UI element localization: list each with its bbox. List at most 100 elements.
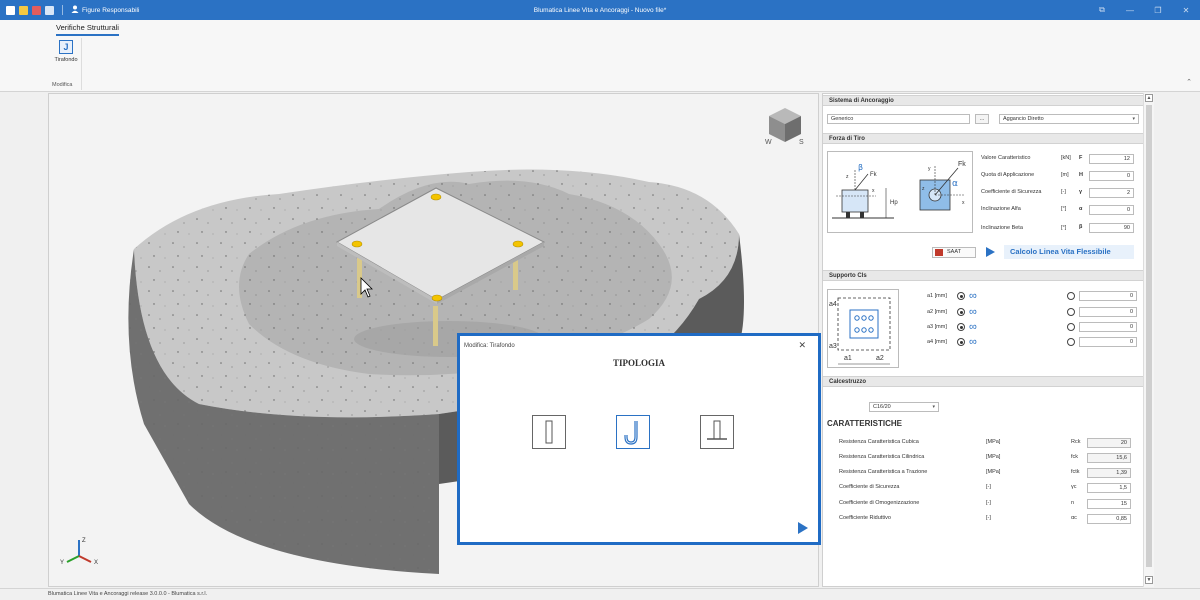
fig-a4: a4 (829, 301, 837, 308)
minimize-icon[interactable]: — (1116, 0, 1144, 20)
dialog-header: Modifica: Tirafondo (464, 343, 515, 349)
quota-applicazione-label: Quota di Applicazione (981, 172, 1035, 178)
j-bolt-icon[interactable] (616, 415, 650, 449)
fig-fk-right: Fk (958, 161, 966, 168)
valore-caratteristico-input[interactable]: 12 (1089, 154, 1134, 164)
open-folder-icon[interactable] (19, 5, 28, 15)
inclinazione-beta-input[interactable]: 90 (1089, 223, 1134, 233)
quota-applicazione-unit: [m] (1061, 172, 1069, 178)
aggancio-dropdown[interactable]: Aggancio Diretto ▾ (999, 114, 1139, 124)
rck-label: Resistenza Caratteristica Cubica (839, 439, 919, 445)
user-icon (71, 5, 79, 15)
ribbon: Verifiche Strutturali J Tirafondo Modifi… (0, 20, 1200, 92)
fctk-symbol: fctk (1071, 469, 1080, 475)
close-icon[interactable]: ✕ (1172, 0, 1200, 20)
save-icon[interactable] (32, 5, 41, 15)
panel-scrollbar[interactable]: ▲ ▼ (1143, 93, 1154, 587)
saat-button[interactable]: SAAT (932, 247, 976, 258)
print-icon[interactable] (45, 5, 54, 15)
straight-bolt-icon[interactable] (532, 415, 566, 449)
properties-panel: Sistema di Ancoraggio Generico ... Aggan… (822, 93, 1154, 587)
inclinazione-beta-label: Inclinazione Beta (981, 225, 1023, 231)
plate-bolt-icon[interactable] (700, 415, 734, 449)
tirafondo-button[interactable]: J Tirafondo (50, 38, 82, 63)
classe-cls-dropdown[interactable]: C16/20 ▾ (869, 402, 939, 412)
alpha-c-input[interactable]: 0,85 (1087, 514, 1131, 524)
gamma-c-unit: [-] (986, 484, 991, 490)
a2-infinity-icon: ∞ (969, 306, 977, 318)
a1-infinity-icon: ∞ (969, 290, 977, 302)
quick-access-toolbar: Figure Responsabili (0, 5, 139, 15)
tirafondo-dialog: Modifica: Tirafondo ✕ TIPOLOGIA (457, 333, 821, 545)
user-label: Figure Responsabili (82, 6, 140, 14)
fig-a2: a2 (876, 355, 884, 362)
coeff-sicurezza-unit: [-] (1061, 189, 1066, 195)
fig-a3: a3 (829, 343, 837, 350)
a4-infinity-icon: ∞ (969, 336, 977, 348)
coeff-sicurezza-label: Coefficiente di Sicurezza (981, 189, 1042, 195)
n-label: Coefficiente di Omogenizzazione (839, 500, 920, 506)
calc-play-icon[interactable] (986, 247, 995, 257)
inclinazione-alfa-unit: [°] (1061, 206, 1067, 212)
fctk-label: Resistenza Caratteristica a Trazione (839, 469, 928, 475)
a4-infinite-radio[interactable] (957, 338, 965, 346)
restore-down-icon[interactable]: ⧉ (1088, 0, 1116, 20)
group-label: Modifica (52, 82, 73, 88)
a4-value-radio[interactable] (1067, 338, 1075, 346)
window-title: Blumatica Linee Vita e Ancoraggi - Nuovo… (533, 6, 667, 14)
fig-x-left: x (872, 188, 875, 194)
classe-cls-value: C16/20 (873, 404, 891, 410)
a3-infinite-radio[interactable] (957, 323, 965, 331)
sistema-field[interactable]: Generico (827, 114, 970, 124)
gamma-c-input[interactable]: 1,5 (1087, 483, 1131, 493)
axis-label-z: Z (82, 538, 86, 544)
sistema-browse-button[interactable]: ... (975, 114, 989, 124)
fig-hp: Hp (890, 200, 898, 206)
fctk-value: 1,39 (1087, 468, 1131, 478)
scroll-thumb[interactable] (1146, 105, 1152, 567)
a1-value-radio[interactable] (1067, 292, 1075, 300)
window-controls: ⧉ — ❐ ✕ (1088, 0, 1200, 20)
a1-infinite-radio[interactable] (957, 292, 965, 300)
rck-symbol: Rck (1071, 439, 1081, 445)
inclinazione-alfa-symbol: α (1079, 206, 1083, 212)
fig-y-right: y (928, 166, 931, 172)
fig-a1: a1 (844, 355, 852, 362)
fck-label: Resistenza Caratteristica Cilindrica (839, 454, 925, 460)
fig-beta: β (858, 163, 863, 172)
title-bar: Figure Responsabili Blumatica Linee Vita… (0, 0, 1200, 20)
scroll-down-icon[interactable]: ▼ (1145, 576, 1153, 584)
a2-value-radio[interactable] (1067, 308, 1075, 316)
coeff-sicurezza-input[interactable]: 2 (1089, 188, 1134, 198)
app-icon[interactable] (6, 5, 15, 15)
maximize-icon[interactable]: ❐ (1144, 0, 1172, 20)
saat-label: SAAT (947, 249, 961, 255)
fig-fk-left: Fk (870, 172, 878, 178)
quota-applicazione-input[interactable]: 0 (1089, 171, 1134, 181)
alpha-c-symbol: αc (1071, 515, 1077, 521)
a3-value-radio[interactable] (1067, 323, 1075, 331)
dialog-title: TIPOLOGIA (612, 358, 665, 368)
confirm-play-icon[interactable] (798, 522, 808, 534)
gamma-c-symbol: γc (1071, 484, 1077, 490)
gamma-c-label: Coefficiente di Sicurezza (839, 484, 900, 490)
chevron-down-icon: ▾ (932, 404, 935, 410)
scroll-up-icon[interactable]: ▲ (1145, 94, 1153, 102)
tab-verifiche-strutturali[interactable]: Verifiche Strutturali (56, 23, 119, 36)
close-icon[interactable]: ✕ (798, 340, 806, 351)
a4-input[interactable]: 0 (1079, 337, 1137, 347)
a3-input[interactable]: 0 (1079, 322, 1137, 332)
a1-input[interactable]: 0 (1079, 291, 1137, 301)
a2-infinite-radio[interactable] (957, 308, 965, 316)
supporto-figure: a4 a3 a1 a2 (827, 289, 899, 368)
calcolo-linea-vita-button[interactable]: Calcolo Linea Vita Flessibile (1004, 245, 1134, 259)
coeff-sicurezza-symbol: γ (1079, 189, 1083, 195)
figure-responsabili-button[interactable]: Figure Responsabili (71, 5, 139, 15)
a2-input[interactable]: 0 (1079, 307, 1137, 317)
collapse-ribbon-icon[interactable]: ⌃ (1186, 78, 1192, 86)
inclinazione-alfa-input[interactable]: 0 (1089, 205, 1134, 215)
view-cube-icon[interactable]: W S (763, 104, 807, 150)
section-calcestruzzo: Calcestruzzo (823, 376, 1144, 387)
rck-unit: [MPa] (986, 439, 1001, 445)
n-input[interactable]: 15 (1087, 499, 1131, 509)
